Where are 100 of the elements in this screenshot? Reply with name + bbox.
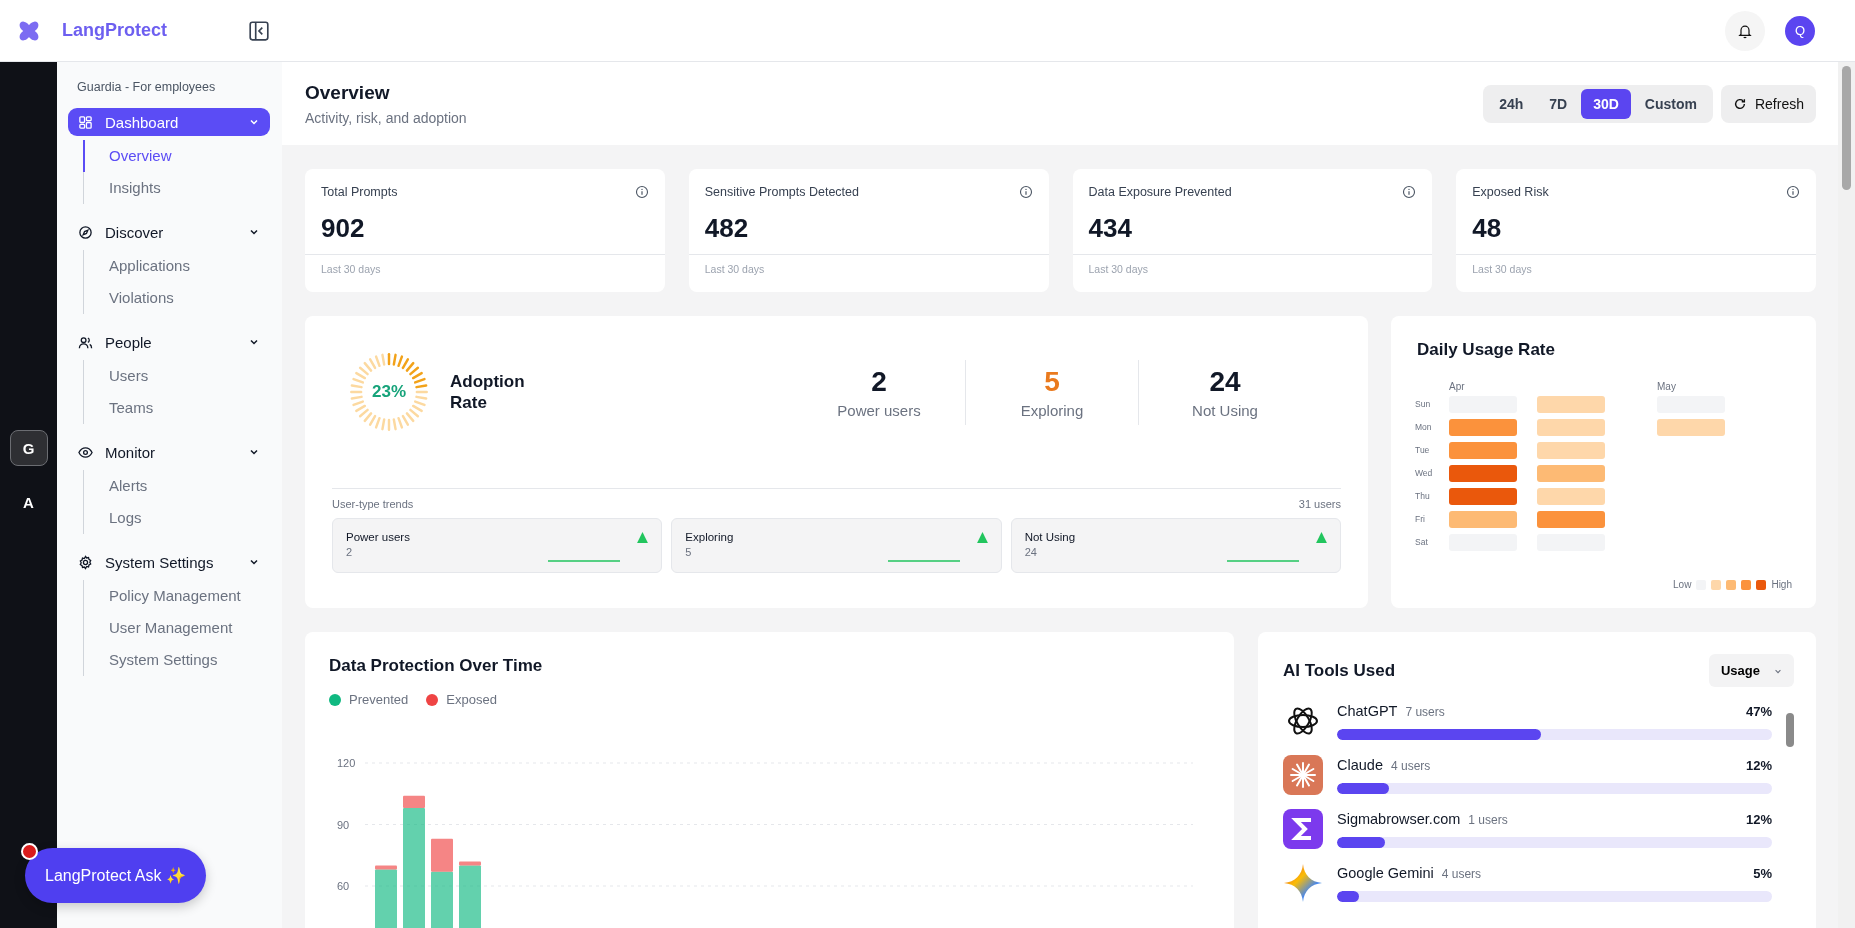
day-label: Thu (1415, 490, 1429, 503)
stat-label: Power users (836, 401, 922, 419)
stacked-bar (459, 861, 481, 928)
notifications-button[interactable] (1725, 10, 1765, 51)
stat-value: 24 (1208, 365, 1242, 398)
trend-value: 5 (685, 546, 693, 558)
trend-label: Exploring (685, 531, 734, 543)
legend-swatch (1726, 579, 1737, 590)
refresh-icon (1732, 96, 1747, 111)
month-label: Apr (1449, 381, 1465, 392)
settings-icon (78, 554, 93, 570)
metric-title: Sensitive Prompts Detected (704, 185, 859, 199)
nav-item[interactable]: Overview (83, 140, 270, 172)
nav-item[interactable]: User Management (83, 612, 270, 644)
metric-value: 48 (1456, 213, 1816, 255)
metric-value: 434 (1072, 213, 1433, 255)
card-title: Data Protection Over Time (329, 656, 544, 676)
day-label: Sun (1415, 398, 1429, 411)
tool-share: 5% (1753, 865, 1772, 881)
users-total: 31 users (1298, 498, 1341, 510)
metric-title: Data Exposure Prevented (1088, 185, 1232, 199)
sparkline (1227, 559, 1299, 563)
tool-users: 7 users (1405, 704, 1445, 719)
sort-dropdown[interactable]: Usage (1708, 654, 1794, 687)
range-tab[interactable]: Custom (1632, 88, 1709, 119)
nav-section[interactable]: Discover (68, 218, 270, 246)
page-scrollbar[interactable] (1838, 62, 1855, 928)
stat-label: Exploring (1019, 401, 1085, 419)
stat-value: 2 (870, 365, 888, 398)
up-triangle-icon (975, 531, 989, 544)
day-label: Tue (1415, 444, 1429, 457)
user-avatar[interactable]: Q (1785, 15, 1815, 46)
starburst-icon (1283, 755, 1323, 795)
workspace-switcher[interactable]: A (9, 484, 48, 520)
nav-section[interactable]: Monitor (68, 438, 270, 466)
info-icon[interactable] (634, 185, 649, 199)
legend-low-label: Low (1673, 579, 1692, 590)
nav-item[interactable]: Logs (83, 502, 270, 534)
sigma-icon (1283, 809, 1323, 849)
y-tick-label: 90 (337, 818, 350, 831)
stat-label: Not Using (1191, 401, 1259, 419)
day-label: Fri (1415, 513, 1426, 526)
nav-section[interactable]: System Settings (68, 548, 270, 576)
nav-item[interactable]: Applications (83, 250, 270, 282)
metric-value: 482 (688, 213, 1049, 255)
tool-share: 12% (1745, 757, 1772, 773)
metric-period: Last 30 days (1472, 263, 1533, 275)
metric-period: Last 30 days (321, 263, 382, 275)
tool-users: 4 users (1390, 758, 1431, 773)
sparkle-icon (1283, 863, 1323, 903)
legend-label: Exposed (446, 692, 497, 707)
nav-section[interactable]: Dashboard (68, 108, 270, 136)
trends-label: User-type trends (332, 498, 414, 510)
info-icon[interactable] (1018, 185, 1033, 199)
tool-name: ChatGPT (1337, 702, 1398, 719)
grid-icon (78, 114, 93, 130)
tool-users: 1 users (1468, 812, 1508, 827)
nav-item[interactable]: Violations (83, 282, 270, 314)
tool-share: 47% (1745, 703, 1772, 719)
people-icon (78, 334, 93, 350)
trend-label: Not Using (1024, 531, 1076, 543)
card-title: AI Tools Used (1283, 660, 1396, 681)
nav-item[interactable]: Alerts (83, 470, 270, 502)
nav-section[interactable]: People (68, 328, 270, 356)
ask-assistant-button[interactable]: LangProtect Ask ✨ (25, 848, 206, 903)
sidebar-collapse-icon[interactable] (248, 19, 270, 42)
nav-item[interactable]: Insights (83, 172, 270, 204)
trend-label: Power users (346, 531, 410, 543)
metric-title: Total Prompts (321, 185, 398, 199)
y-tick-label: 120 (337, 757, 356, 769)
y-tick-label: 60 (337, 880, 350, 892)
adoption-title: Adoption Rate (450, 370, 526, 414)
app-name: LangProtect (62, 20, 167, 41)
metric-period: Last 30 days (1088, 263, 1150, 275)
refresh-button[interactable]: Refresh (1720, 84, 1816, 123)
info-icon[interactable] (1402, 185, 1417, 199)
trend-value: 2 (346, 546, 354, 558)
month-label: May (1657, 381, 1676, 392)
up-triangle-icon (1315, 531, 1328, 544)
workspace-switcher[interactable]: G (9, 430, 48, 466)
range-tab[interactable]: 7D (1537, 88, 1580, 119)
compass-icon (78, 224, 93, 240)
info-icon[interactable] (1786, 185, 1800, 199)
day-label: Sat (1415, 536, 1429, 549)
legend-label: Prevented (349, 692, 409, 707)
metric-title: Exposed Risk (1472, 185, 1549, 199)
nav-item[interactable]: Teams (83, 392, 270, 424)
nav-item[interactable]: Policy Management (83, 580, 270, 612)
range-tab[interactable]: 30D (1581, 88, 1631, 119)
range-tab[interactable]: 24h (1487, 88, 1536, 119)
nav-item[interactable]: Users (83, 360, 270, 392)
metric-period: Last 30 days (704, 263, 766, 275)
page-title: Overview (305, 81, 391, 104)
workspace-label: Guardia - For employees (77, 80, 217, 94)
adoption-percent: 23% (372, 382, 406, 402)
nav-item[interactable]: System Settings (83, 644, 270, 676)
legend-high-label: High (1771, 579, 1792, 590)
tool-name: Claude (1337, 756, 1383, 773)
stat-value: 5 (1043, 365, 1061, 398)
legend-swatch (1711, 579, 1722, 590)
